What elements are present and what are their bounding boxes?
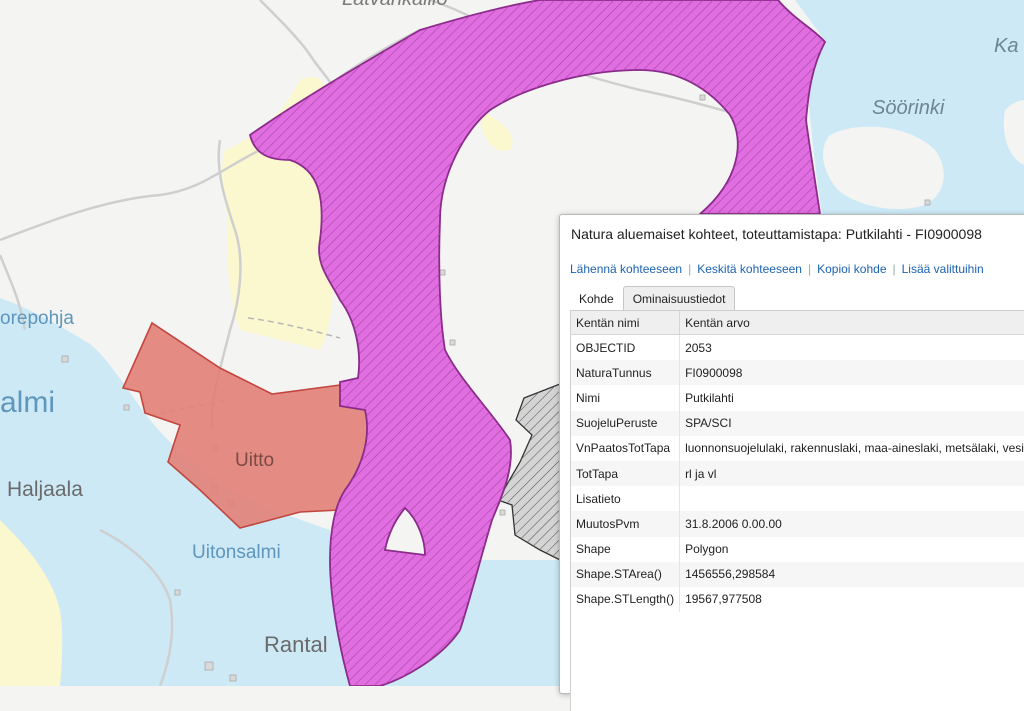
field-value-cell: SPA/SCI	[679, 410, 1024, 436]
table-row: MuutosPvm 31.8.2006 0.00.00	[571, 511, 1024, 537]
table-row: OBJECTID 2053	[571, 334, 1024, 361]
field-name-cell: TotTapa	[571, 460, 681, 487]
attribute-table-container[interactable]: Kentän nimi Kentän arvo OBJECTID 2053 Nat…	[570, 310, 1024, 711]
field-value-cell	[679, 486, 1024, 512]
field-value-cell: 31.8.2006 0.00.00	[679, 511, 1024, 537]
copy-feature-link[interactable]: Kopioi kohde	[817, 262, 886, 276]
table-row: Nimi Putkilahti	[571, 385, 1024, 411]
popup-action-links: Lähennä kohteeseen | Keskitä kohteeseen | Ko…	[570, 262, 984, 276]
table-row: Shape.STArea() 1456556,298584	[571, 561, 1024, 587]
map-label-orepohja: orepohja	[0, 308, 74, 329]
field-name-cell: MuutosPvm	[571, 511, 681, 537]
link-separator: |	[688, 262, 692, 276]
field-name-cell: Nimi	[571, 385, 681, 411]
field-name-cell: SuojeluPeruste	[571, 410, 681, 436]
field-value-cell: 19567,977508	[679, 586, 1024, 613]
table-row: NaturaTunnus FI0900098	[571, 360, 1024, 386]
map-label-rantal: Rantal	[264, 632, 328, 657]
field-name-cell: Shape	[571, 536, 681, 562]
table-row: VnPaatosTotTapa luonnonsuojelulaki, raken…	[571, 435, 1024, 461]
field-value-cell: rl ja vl	[679, 460, 1024, 487]
table-header-row: Kentän nimi Kentän arvo	[571, 311, 1024, 335]
field-name-cell: VnPaatosTotTapa	[571, 435, 681, 461]
field-name-cell: Lisatieto	[571, 486, 681, 512]
table-row: Shape Polygon	[571, 536, 1024, 562]
popup-title: Natura aluemaiset kohteet, toteuttamista…	[571, 226, 982, 242]
feature-info-popup: Natura aluemaiset kohteet, toteuttamista…	[559, 214, 1024, 711]
map-label-latvankallio: Latvankallio	[342, 0, 448, 10]
tab-ominaisuustiedot[interactable]: Ominaisuustiedot	[622, 286, 736, 311]
center-to-feature-link[interactable]: Keskitä kohteeseen	[697, 262, 802, 276]
column-header-field-value: Kentän arvo	[679, 311, 1024, 335]
table-row: SuojeluPeruste SPA/SCI	[571, 410, 1024, 436]
map-label-soorinki: Söörinki	[872, 97, 945, 119]
table-row: Shape.STLength() 19567,977508	[571, 586, 1024, 613]
field-name-cell: Shape.STArea()	[571, 561, 681, 587]
map-label-ka: Ka	[994, 35, 1018, 57]
link-separator: |	[807, 262, 812, 276]
map-label-haljaala: Haljaala	[7, 478, 83, 501]
field-name-cell: Shape.STLength()	[571, 586, 681, 613]
column-header-field-name: Kentän nimi	[571, 311, 681, 335]
field-name-cell: NaturaTunnus	[571, 360, 681, 386]
table-row: TotTapa rl ja vl	[571, 460, 1024, 487]
field-value-cell: FI0900098	[679, 360, 1024, 386]
add-to-selected-link[interactable]: Lisää valittuihin	[902, 262, 984, 276]
field-value-cell: 1456556,298584	[679, 561, 1024, 587]
map-label-uitto: Uitto	[235, 450, 274, 471]
field-value-cell: Putkilahti	[679, 385, 1024, 411]
tab-kohde[interactable]: Kohde	[570, 288, 623, 311]
field-name-cell: OBJECTID	[571, 334, 681, 361]
zoom-to-feature-link[interactable]: Lähennä kohteeseen	[570, 262, 682, 276]
map-label-almi: almi	[0, 386, 55, 419]
link-separator: |	[892, 262, 896, 276]
table-row: Lisatieto	[571, 486, 1024, 512]
field-value-cell: Polygon	[679, 536, 1024, 562]
map-label-uitonsalmi: Uitonsalmi	[192, 542, 281, 563]
attribute-table: Kentän nimi Kentän arvo OBJECTID 2053 Nat…	[571, 311, 1024, 613]
popup-tabs: Kohde Ominaisuustiedot	[570, 286, 736, 311]
field-value-cell: luonnonsuojelulaki, rakennuslaki, maa-ai…	[679, 435, 1024, 461]
field-value-cell: 2053	[679, 334, 1024, 361]
